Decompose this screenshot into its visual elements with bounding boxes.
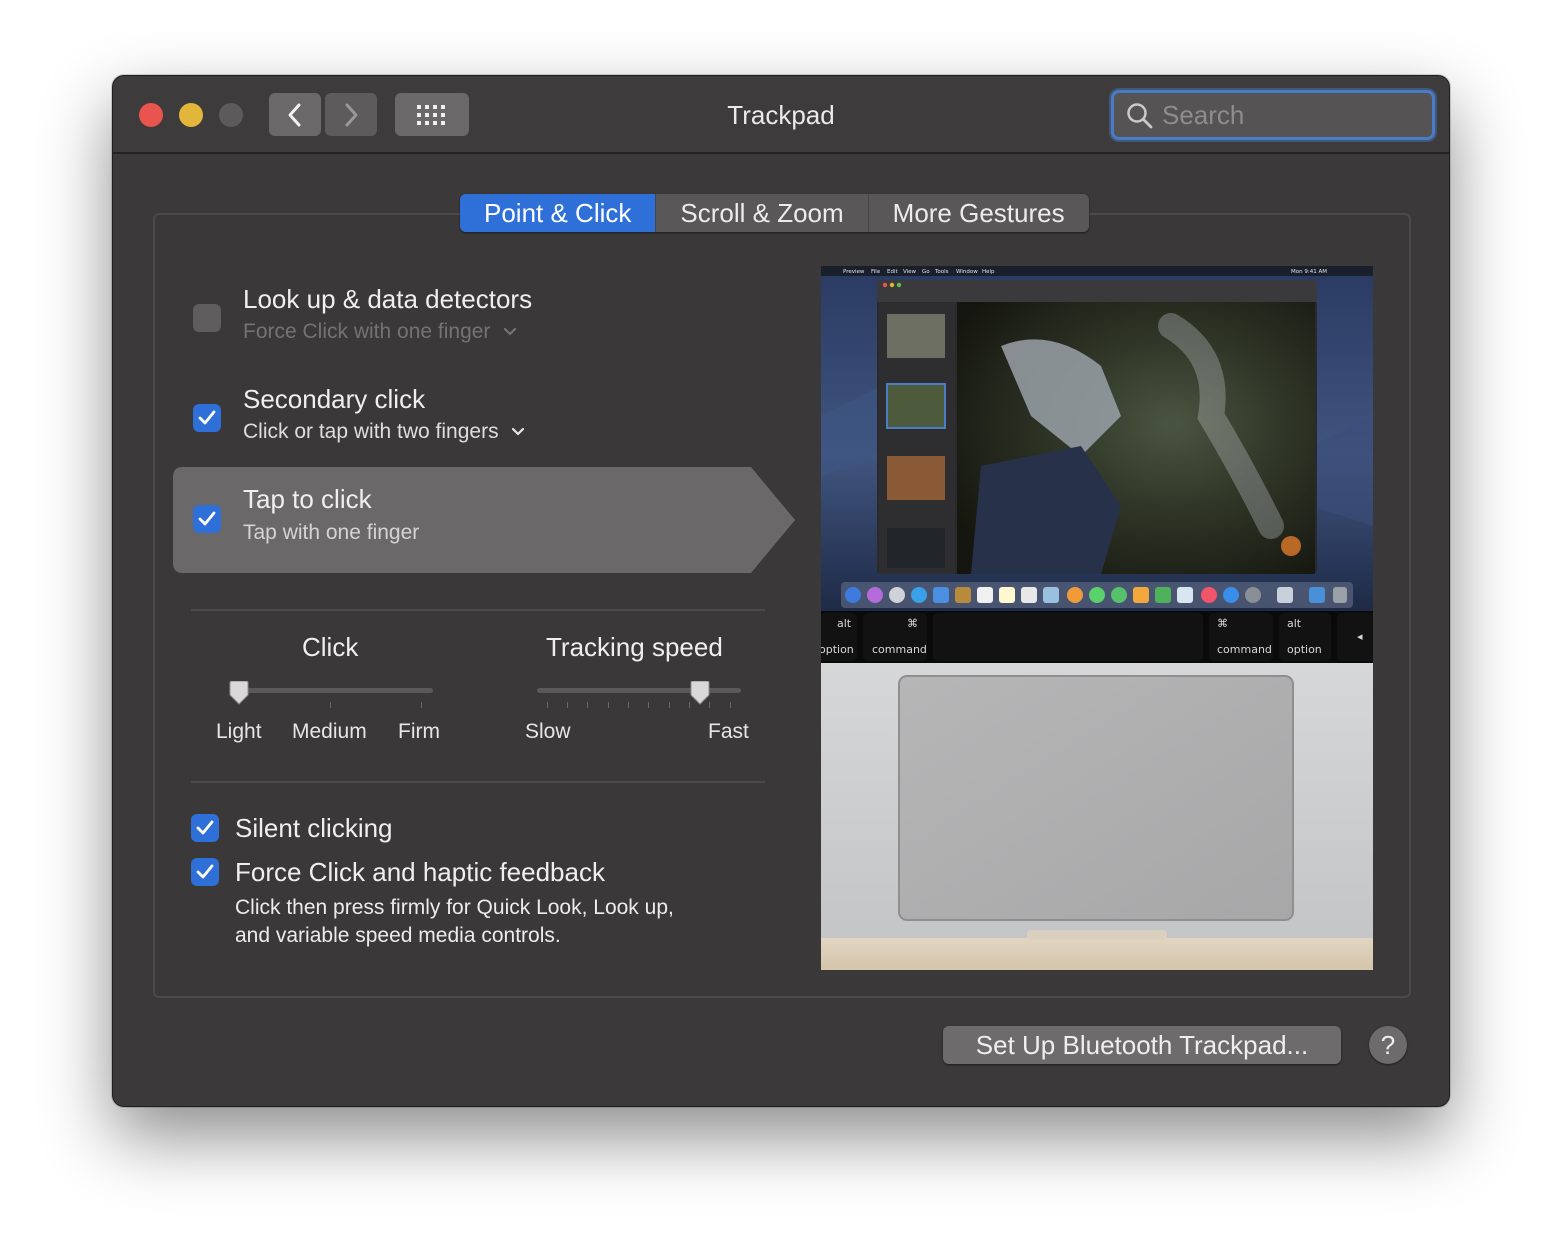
secondary-click-subtitle[interactable]: Click or tap with two fingers — [243, 420, 526, 444]
checkmark-icon — [198, 410, 216, 425]
search-icon — [1127, 103, 1153, 129]
trackpad-window: Trackpad Search Point & Click Scroll & Z… — [112, 75, 1450, 1107]
click-slider-title: Click — [302, 632, 359, 662]
key-command-right: ⌘ command — [1209, 613, 1273, 661]
tab-point-click[interactable]: Point & Click — [460, 194, 657, 232]
setup-bluetooth-trackpad-button[interactable]: Set Up Bluetooth Trackpad... — [943, 1026, 1341, 1064]
search-placeholder: Search — [1162, 100, 1245, 130]
tracking-label-fast: Fast — [708, 720, 749, 743]
click-label-light: Light — [216, 720, 262, 743]
checkmark-icon — [196, 864, 214, 879]
key-option-left: alt option — [821, 613, 857, 661]
force-click-checkbox[interactable] — [191, 858, 219, 886]
gesture-preview: Preview File Edit View Go Tools Window Help M… — [821, 266, 1373, 970]
tracking-label-slow: Slow — [525, 720, 571, 743]
titlebar: Trackpad Search — [113, 76, 1449, 154]
checkmark-icon — [198, 511, 216, 526]
key-command-left: ⌘ command — [863, 613, 927, 661]
svg-text:View: View — [903, 269, 917, 275]
tab-more-gestures[interactable]: More Gestures — [869, 194, 1089, 232]
click-label-firm: Firm — [398, 720, 440, 743]
chevron-down-icon — [504, 327, 517, 336]
lookup-title: Look up & data detectors — [243, 284, 533, 314]
click-slider-knob[interactable] — [228, 681, 250, 705]
key-option-right: alt option — [1279, 613, 1331, 661]
key-space — [933, 613, 1203, 661]
tab-scroll-zoom[interactable]: Scroll & Zoom — [656, 194, 869, 232]
secondary-click-gesture-value: Click or tap with two fingers — [243, 420, 499, 443]
tab-bar: Point & Click Scroll & Zoom More Gesture… — [460, 194, 1089, 232]
lookup-checkbox[interactable] — [193, 304, 221, 332]
force-click-label: Force Click and haptic feedback — [235, 857, 605, 887]
tap-to-click-title: Tap to click — [243, 484, 372, 514]
svg-text:Mon 9:41 AM: Mon 9:41 AM — [1291, 269, 1327, 275]
click-slider-tick — [330, 702, 331, 708]
click-slider-track[interactable] — [229, 688, 433, 693]
svg-text:File: File — [871, 269, 881, 275]
svg-text:Edit: Edit — [887, 269, 898, 275]
chevron-down-icon — [512, 427, 525, 436]
divider — [191, 781, 765, 783]
tap-to-click-checkbox[interactable] — [193, 505, 221, 533]
secondary-click-title: Secondary click — [243, 384, 426, 414]
svg-text:Tools: Tools — [934, 269, 949, 275]
lookup-gesture-value: Force Click with one finger — [243, 320, 491, 343]
silent-clicking-checkbox[interactable] — [191, 814, 219, 842]
force-click-description-2: and variable speed media controls. — [235, 924, 561, 947]
tap-to-click-subtitle: Tap with one finger — [243, 521, 420, 544]
selected-row-highlight[interactable] — [173, 467, 795, 573]
preview-menu-item: Preview — [843, 269, 865, 275]
help-button[interactable]: ? — [1369, 1026, 1407, 1064]
secondary-click-checkbox[interactable] — [193, 404, 221, 432]
silent-clicking-label: Silent clicking — [235, 813, 393, 843]
search-field[interactable]: Search — [1111, 90, 1435, 140]
checkmark-icon — [196, 820, 214, 835]
divider — [191, 609, 765, 611]
svg-text:Help: Help — [982, 269, 995, 275]
tracking-slider-knob[interactable] — [689, 681, 711, 705]
key-arrow-left: ◂ — [1337, 613, 1373, 661]
svg-text:Go: Go — [922, 269, 930, 275]
click-slider-tick — [421, 702, 422, 708]
lookup-subtitle[interactable]: Force Click with one finger — [243, 320, 518, 344]
click-label-medium: Medium — [292, 720, 367, 743]
force-click-description-1: Click then press firmly for Quick Look, … — [235, 896, 674, 919]
svg-text:Window: Window — [956, 269, 978, 275]
tracking-slider-title: Tracking speed — [546, 632, 723, 662]
